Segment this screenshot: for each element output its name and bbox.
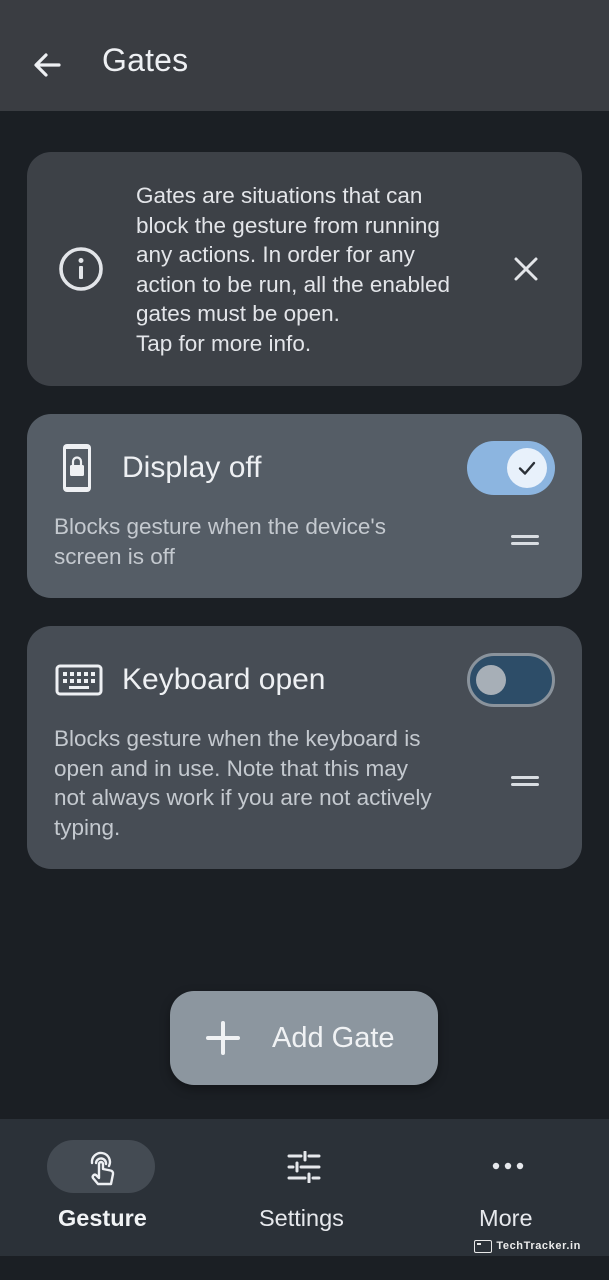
bottom-strip (0, 1256, 609, 1280)
info-text: Gates are situations that can block the … (136, 181, 496, 359)
watermark-text: TechTracker.in (496, 1240, 581, 1252)
dismiss-info-button[interactable] (505, 248, 547, 290)
keyboard-icon (55, 664, 103, 696)
plus-icon (206, 1021, 240, 1055)
gate-desc-line: screen is off (54, 543, 175, 569)
touch-gesture-icon (90, 1151, 115, 1186)
close-icon (514, 257, 538, 281)
nav-item-gesture[interactable]: Gesture (0, 1119, 203, 1256)
page-title: Gates (102, 42, 189, 78)
info-line: action to be run, all the enabled (136, 271, 450, 297)
gate-description: Blocks gesture when the device's screen … (54, 512, 464, 571)
back-button[interactable] (22, 40, 72, 90)
gate-card-keyboard-open[interactable]: Keyboard open Blocks gesture when the ke… (27, 626, 582, 869)
info-line: Tap for more info. (136, 330, 312, 356)
nav-item-more[interactable]: More (406, 1119, 609, 1256)
watermark-logo-icon (474, 1239, 493, 1253)
drag-handle-icon[interactable] (511, 533, 539, 547)
check-icon (518, 461, 536, 475)
gate-title: Display off (122, 451, 262, 484)
add-gate-label: Add Gate (272, 1022, 395, 1054)
nav-label: More (479, 1205, 533, 1231)
drag-handle-icon[interactable] (511, 774, 539, 788)
nav-label: Settings (259, 1205, 344, 1231)
info-circle-icon (59, 247, 103, 291)
app-screen: Gates Gates are situations that can bloc… (0, 0, 609, 1280)
gate-description: Blocks gesture when the keyboard is open… (54, 724, 464, 842)
toggle-knob (507, 448, 547, 488)
gate-desc-line: typing. (54, 814, 121, 840)
add-gate-button[interactable]: Add Gate (170, 991, 438, 1085)
gate-desc-line: Blocks gesture when the device's (54, 514, 386, 539)
bottom-navigation: Gesture Settings More (0, 1119, 609, 1256)
display-off-toggle[interactable] (467, 441, 555, 495)
gate-desc-line: open and in use. Note that this may (54, 755, 408, 781)
gate-desc-line: Blocks gesture when the keyboard is (54, 726, 421, 751)
arrow-left-icon (34, 53, 61, 77)
gate-card-display-off[interactable]: Display off Blocks gesture when the devi… (27, 414, 582, 598)
watermark: TechTracker.in (474, 1238, 581, 1254)
info-card[interactable]: Gates are situations that can block the … (27, 152, 582, 386)
top-app-bar: Gates (0, 0, 609, 111)
info-line: block the gesture from running (136, 212, 440, 238)
info-line: gates must be open. (136, 301, 340, 327)
nav-item-settings[interactable]: Settings (203, 1119, 406, 1256)
info-line: any actions. In order for any (136, 242, 415, 268)
gate-title: Keyboard open (122, 663, 326, 696)
lock-phone-icon (63, 444, 91, 492)
gate-desc-line: not always work if you are not actively (54, 785, 432, 811)
more-horizontal-icon (492, 1162, 524, 1170)
sliders-icon (287, 1151, 321, 1183)
toggle-knob (476, 665, 506, 695)
keyboard-open-toggle[interactable] (467, 653, 555, 707)
info-line: Gates are situations that can (136, 183, 423, 208)
nav-label: Gesture (58, 1205, 147, 1231)
